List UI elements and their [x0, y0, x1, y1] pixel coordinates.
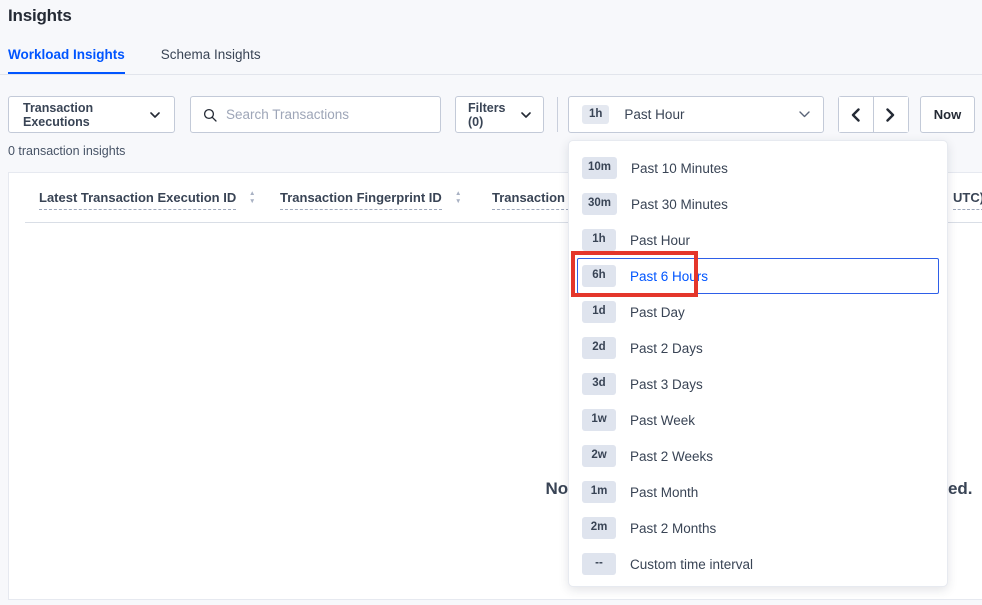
time-option-badge: -- — [582, 553, 616, 575]
now-button[interactable]: Now — [920, 96, 975, 133]
time-option-label: Past Day — [630, 305, 685, 320]
time-option-badge: 10m — [582, 157, 617, 179]
filters-label: Filters (0) — [468, 101, 521, 129]
next-interval-button[interactable] — [874, 97, 909, 132]
search-input[interactable] — [226, 107, 428, 122]
time-option-badge: 1d — [582, 301, 616, 323]
time-option-badge: 1w — [582, 409, 616, 431]
time-option-label: Past 6 Hours — [630, 269, 708, 284]
column-header-transaction-fingerprint-id[interactable]: Transaction Fingerprint ID — [280, 190, 442, 210]
time-option-custom-time-interval[interactable]: -- Custom time interval — [577, 546, 939, 582]
filters-button[interactable]: Filters (0) — [455, 96, 544, 133]
time-option-label: Past Hour — [630, 233, 690, 248]
chevron-down-icon — [150, 112, 160, 118]
time-interval-dropdown-trigger[interactable]: 1h Past Hour — [568, 96, 824, 133]
time-option-badge: 2m — [582, 517, 616, 539]
tab-bar: Workload Insights Schema Insights — [0, 47, 982, 75]
time-option-past-hour[interactable]: 1h Past Hour — [577, 222, 939, 258]
toolbar-divider — [557, 97, 558, 132]
time-option-badge: 2w — [582, 445, 616, 467]
time-option-past-3-days[interactable]: 3d Past 3 Days — [577, 366, 939, 402]
time-option-past-6-hours[interactable]: 6h Past 6 Hours — [577, 258, 939, 294]
time-option-past-day[interactable]: 1d Past Day — [577, 294, 939, 330]
time-option-past-2-days[interactable]: 2d Past 2 Days — [577, 330, 939, 366]
insights-count: 0 transaction insights — [8, 144, 125, 158]
time-option-badge: 1h — [582, 229, 616, 251]
time-option-past-2-months[interactable]: 2m Past 2 Months — [577, 510, 939, 546]
time-option-label: Past 2 Months — [630, 521, 716, 536]
tab-workload-insights[interactable]: Workload Insights — [8, 47, 125, 74]
sort-carets-icon[interactable]: ▲▼ — [249, 191, 255, 205]
time-option-badge: 1m — [582, 481, 616, 503]
column-header-utc-clipped[interactable]: UTC) — [953, 190, 982, 210]
time-option-label: Past 30 Minutes — [631, 197, 728, 212]
toolbar: Transaction Executions Filters (0) 1h Pa… — [8, 96, 982, 133]
column-header-transaction-execution-clipped[interactable]: Transaction Ex — [492, 190, 569, 210]
time-option-past-10-minutes[interactable]: 10m Past 10 Minutes — [577, 150, 939, 186]
time-option-label: Past Month — [630, 485, 698, 500]
tab-schema-insights[interactable]: Schema Insights — [161, 47, 261, 74]
page-title: Insights — [8, 6, 72, 26]
time-option-label: Past Week — [630, 413, 695, 428]
search-icon — [203, 108, 217, 122]
time-option-label: Past 10 Minutes — [631, 161, 728, 176]
time-option-past-week[interactable]: 1w Past Week — [577, 402, 939, 438]
chevron-left-icon — [851, 108, 860, 122]
time-option-label: Custom time interval — [630, 557, 753, 572]
time-interval-badge: 1h — [582, 105, 609, 125]
search-box — [190, 96, 441, 133]
time-option-past-30-minutes[interactable]: 30m Past 30 Minutes — [577, 186, 939, 222]
chevron-down-icon — [521, 112, 531, 118]
chevron-down-icon — [799, 111, 810, 118]
time-interval-label: Past Hour — [624, 107, 684, 122]
column-header-latest-transaction-execution-id[interactable]: Latest Transaction Execution ID — [39, 190, 236, 210]
time-option-past-month[interactable]: 1m Past Month — [577, 474, 939, 510]
time-option-label: Past 2 Weeks — [630, 449, 713, 464]
workload-type-dropdown-button[interactable]: Transaction Executions — [8, 96, 175, 133]
time-option-past-2-weeks[interactable]: 2w Past 2 Weeks — [577, 438, 939, 474]
sort-carets-icon[interactable]: ▲▼ — [455, 191, 461, 205]
chevron-right-icon — [886, 108, 895, 122]
workload-type-label: Transaction Executions — [23, 101, 150, 129]
time-option-badge: 30m — [582, 193, 617, 215]
time-range-arrow-group — [838, 96, 909, 133]
time-interval-dropdown-menu: 10m Past 10 Minutes 30m Past 30 Minutes … — [568, 140, 948, 587]
previous-interval-button[interactable] — [839, 97, 874, 132]
time-option-label: Past 2 Days — [630, 341, 703, 356]
time-option-label: Past 3 Days — [630, 377, 703, 392]
time-option-badge: 6h — [582, 265, 616, 287]
time-option-badge: 2d — [582, 337, 616, 359]
time-option-badge: 3d — [582, 373, 616, 395]
